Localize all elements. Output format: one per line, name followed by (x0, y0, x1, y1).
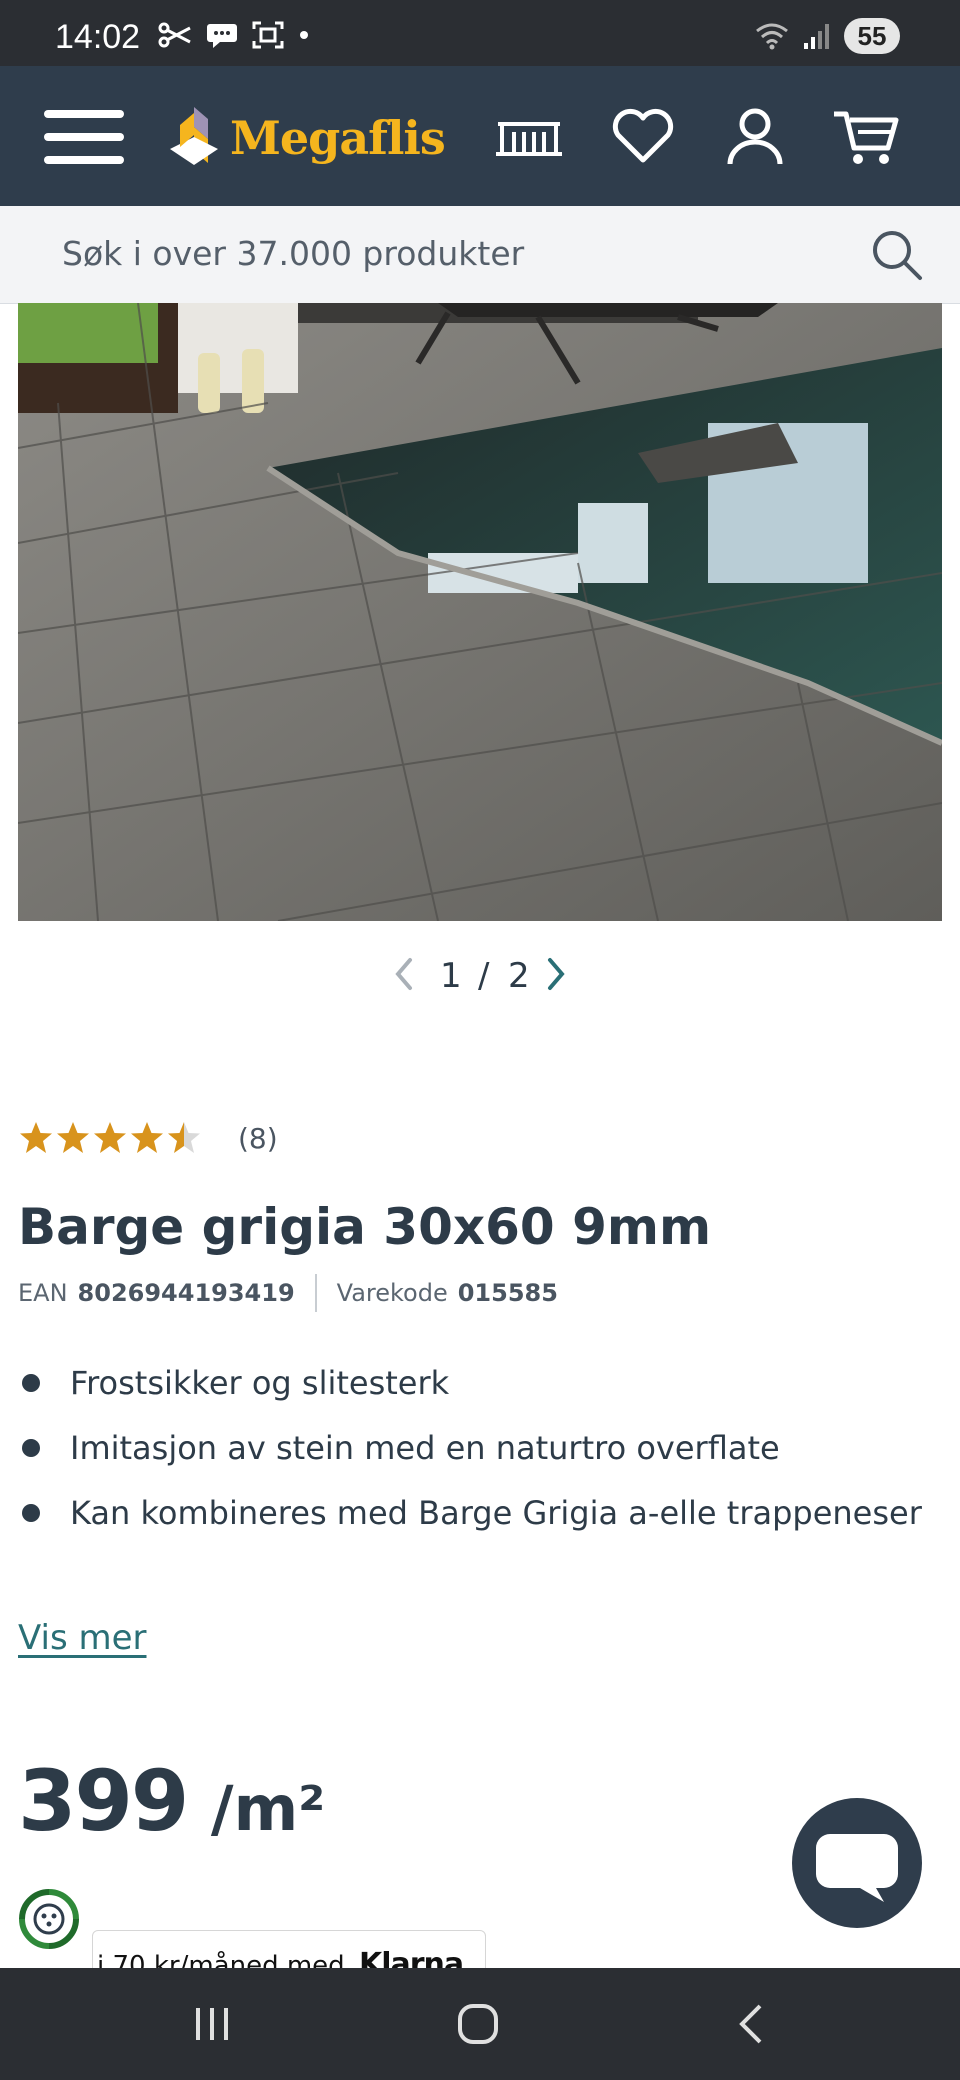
chat-button[interactable] (792, 1798, 922, 1928)
gallery-current: 1 (440, 956, 462, 996)
chevron-left-icon[interactable] (388, 954, 420, 994)
price-unit: /m² (210, 1772, 326, 1845)
sku-label: Varekode (336, 1279, 448, 1307)
pool-tiles-photo (18, 303, 942, 921)
show-more-link[interactable]: Vis mer (18, 1618, 147, 1658)
eco-badge-icon[interactable] (16, 1886, 82, 1952)
menu-icon[interactable] (44, 110, 124, 164)
site-header: Megaflis (0, 66, 960, 206)
recent-apps-icon[interactable] (190, 2002, 234, 2046)
chat-bubble-icon (207, 24, 237, 48)
status-notification-icons (158, 20, 310, 50)
product-rating[interactable]: (8) (18, 1120, 278, 1156)
dot-icon (300, 31, 308, 39)
price-amount: 399 (18, 1752, 189, 1850)
home-icon[interactable] (456, 2002, 500, 2046)
review-count[interactable]: (8) (238, 1122, 278, 1155)
brand-logo[interactable]: Megaflis (168, 100, 446, 176)
logo-mark-icon (170, 107, 218, 165)
divider (314, 1274, 317, 1312)
gallery-pager: 1 / 2 (0, 950, 960, 1002)
system-nav-bar (0, 1968, 960, 2080)
status-time: 14:02 (55, 18, 141, 56)
feature-text: Imitasjon av stein med en naturtro overf… (70, 1429, 780, 1467)
signal-icon (804, 24, 829, 49)
chevron-right-icon[interactable] (540, 954, 572, 994)
bullet-icon (22, 1439, 40, 1457)
sku-value: 015585 (457, 1279, 558, 1307)
search-icon[interactable] (870, 228, 924, 282)
screenshot-icon (252, 21, 284, 49)
bullet-icon (22, 1504, 40, 1522)
product-title: Barge grigia 30x60 9mm (18, 1198, 712, 1256)
list-item: Frostsikker og slitesterk (18, 1360, 958, 1425)
status-bar: 14:02 55 (0, 0, 960, 66)
brand-name: Megaflis (230, 111, 446, 165)
star-rating-icon (20, 1122, 200, 1153)
status-system-icons: 55 (754, 18, 900, 54)
feature-text: Kan kombineres med Barge Grigia a-elle t… (70, 1494, 922, 1532)
product-codes: EAN 8026944193419 Varekode 015585 (18, 1274, 558, 1312)
ean-value: 8026944193419 (77, 1279, 295, 1307)
battery-indicator: 55 (844, 18, 900, 54)
heart-icon[interactable] (608, 104, 678, 168)
user-icon[interactable] (720, 104, 790, 168)
feature-text: Frostsikker og slitesterk (70, 1364, 450, 1402)
feature-list: Frostsikker og slitesterk Imitasjon av s… (18, 1360, 958, 1555)
gallery-separator: / (478, 956, 490, 996)
gallery-total: 2 (508, 956, 530, 996)
list-item: Imitasjon av stein med en naturtro overf… (18, 1425, 958, 1490)
bullet-icon (22, 1374, 40, 1392)
product-image[interactable] (18, 303, 942, 921)
cart-icon[interactable] (832, 104, 902, 168)
product-price: 399 /m² (18, 1752, 325, 1850)
search-bar[interactable]: Søk i over 37.000 produkter (0, 206, 960, 304)
scissors-icon (158, 22, 191, 48)
chat-icon (816, 1834, 898, 1902)
back-icon[interactable] (730, 2002, 774, 2046)
showroom-icon[interactable] (494, 104, 564, 168)
list-item: Kan kombineres med Barge Grigia a-elle t… (18, 1490, 958, 1555)
search-input[interactable]: Søk i over 37.000 produkter (62, 234, 524, 273)
ean-label: EAN (18, 1279, 68, 1307)
wifi-icon (756, 23, 788, 50)
